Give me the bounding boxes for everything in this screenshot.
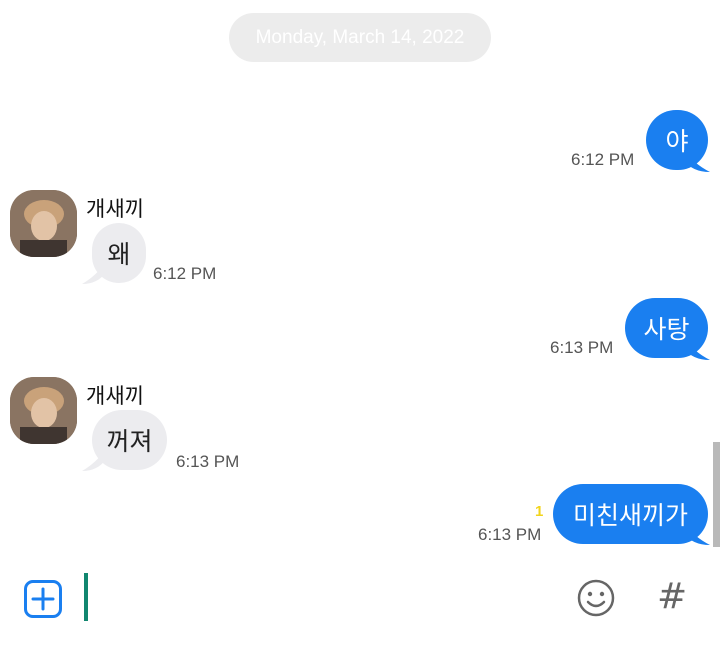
avatar-photo — [10, 377, 77, 444]
message-timestamp: 6:12 PM — [153, 264, 217, 283]
message-text: 사탕 — [643, 315, 690, 344]
bubble-tail — [684, 523, 710, 545]
add-attachment-button[interactable] — [24, 580, 62, 618]
bubble-tail — [684, 338, 710, 360]
plus-square-icon — [31, 587, 55, 611]
message-text: 왜 — [107, 240, 131, 269]
scrollbar[interactable] — [713, 442, 720, 547]
hashtag-button[interactable]: # — [657, 576, 687, 617]
bubble-tail — [82, 449, 106, 471]
contact-avatar[interactable] — [10, 377, 77, 444]
message-text: 미친새끼가 — [572, 501, 688, 530]
emoji-button[interactable] — [576, 578, 616, 618]
date-separator: Monday, March 14, 2022 — [229, 13, 491, 62]
message-text: 꺼져 — [106, 427, 153, 456]
smiley-icon — [577, 579, 615, 617]
avatar-photo — [10, 190, 77, 257]
message-timestamp: 6:13 PM — [478, 525, 542, 544]
message-input-cursor[interactable] — [84, 573, 88, 621]
sender-name: 개새끼 — [86, 197, 144, 221]
bubble-tail — [684, 150, 710, 172]
unread-count: 1 — [535, 503, 544, 520]
contact-avatar[interactable] — [10, 190, 77, 257]
sender-name: 개새끼 — [86, 384, 144, 408]
message-timestamp: 6:13 PM — [550, 338, 614, 357]
message-timestamp: 6:12 PM — [571, 150, 635, 169]
message-timestamp: 6:13 PM — [176, 452, 240, 471]
bubble-tail — [82, 262, 106, 284]
